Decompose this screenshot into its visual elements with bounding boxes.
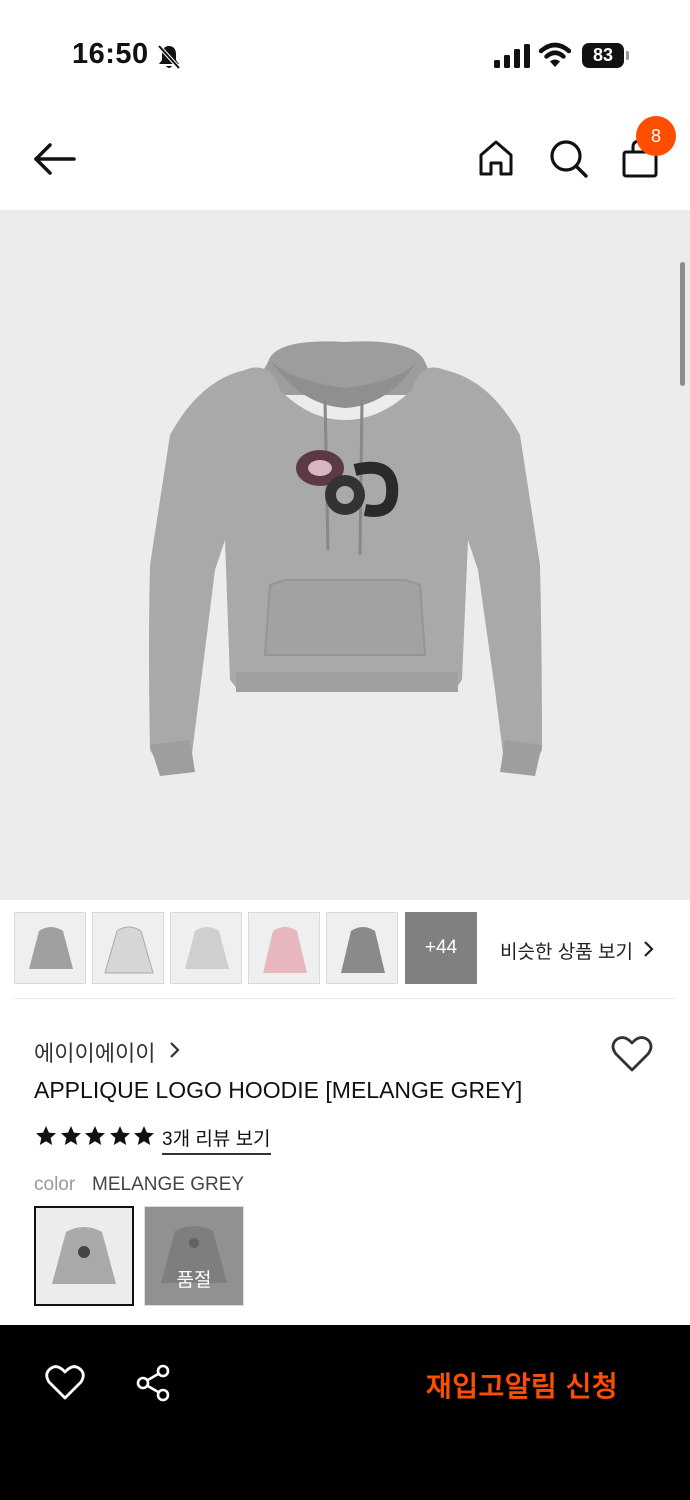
heart-icon[interactable] [610,1034,654,1074]
bottom-action-bar: 재입고알림 신청 [0,1325,690,1500]
star-icon [36,1126,56,1145]
battery-icon: 83 [582,43,630,68]
heart-icon[interactable] [44,1363,86,1403]
review-link[interactable]: 3개 리뷰 보기 [162,1124,271,1155]
thumbnail-more-count[interactable]: +44 [405,912,477,984]
product-name: APPLIQUE LOGO HOODIE [MELANGE GREY] [34,1077,523,1103]
restock-alert-button[interactable]: 재입고알림 신청 [426,1365,618,1405]
divider [14,998,676,999]
color-value: MELANGE GREY [92,1174,245,1195]
soldout-label: 품절 [176,1270,212,1291]
rating-stars [34,1124,157,1150]
star-icon [60,1126,81,1145]
product-image[interactable] [0,210,690,900]
color-label: color [34,1174,76,1195]
thumbnail-2[interactable] [92,912,164,984]
scroll-indicator[interactable] [680,262,685,386]
brand-link[interactable]: 에이이에이이 [34,1036,155,1068]
chevron-right-icon [170,1042,180,1058]
chevron-right-icon [644,941,654,957]
search-icon[interactable] [546,136,590,180]
status-bar: 16:50 83 [0,0,690,110]
star-icon [85,1126,105,1145]
similar-products-link[interactable]: 비슷한 상품 보기 [500,937,633,964]
wifi-icon [539,42,571,67]
status-time: 16:50 [72,38,149,70]
thumbnail-4[interactable] [248,912,320,984]
hoodie-illustration [149,341,542,776]
thumbnail-5[interactable] [326,912,398,984]
share-icon[interactable] [134,1363,172,1403]
cellular-signal-icon [494,44,530,68]
battery-level: 83 [582,43,624,68]
color-swatch-soldout[interactable]: 품절 [144,1206,244,1306]
star-icon [109,1126,130,1145]
bell-off-icon [157,44,181,70]
cart-count-badge: 8 [636,116,676,156]
top-nav [0,110,690,210]
color-swatch-selected[interactable] [34,1206,134,1306]
thumbnail-3[interactable] [170,912,242,984]
back-arrow-icon[interactable] [30,138,78,180]
star-icon [134,1126,154,1145]
thumbnail-1[interactable] [14,912,86,984]
home-icon[interactable] [474,136,518,180]
